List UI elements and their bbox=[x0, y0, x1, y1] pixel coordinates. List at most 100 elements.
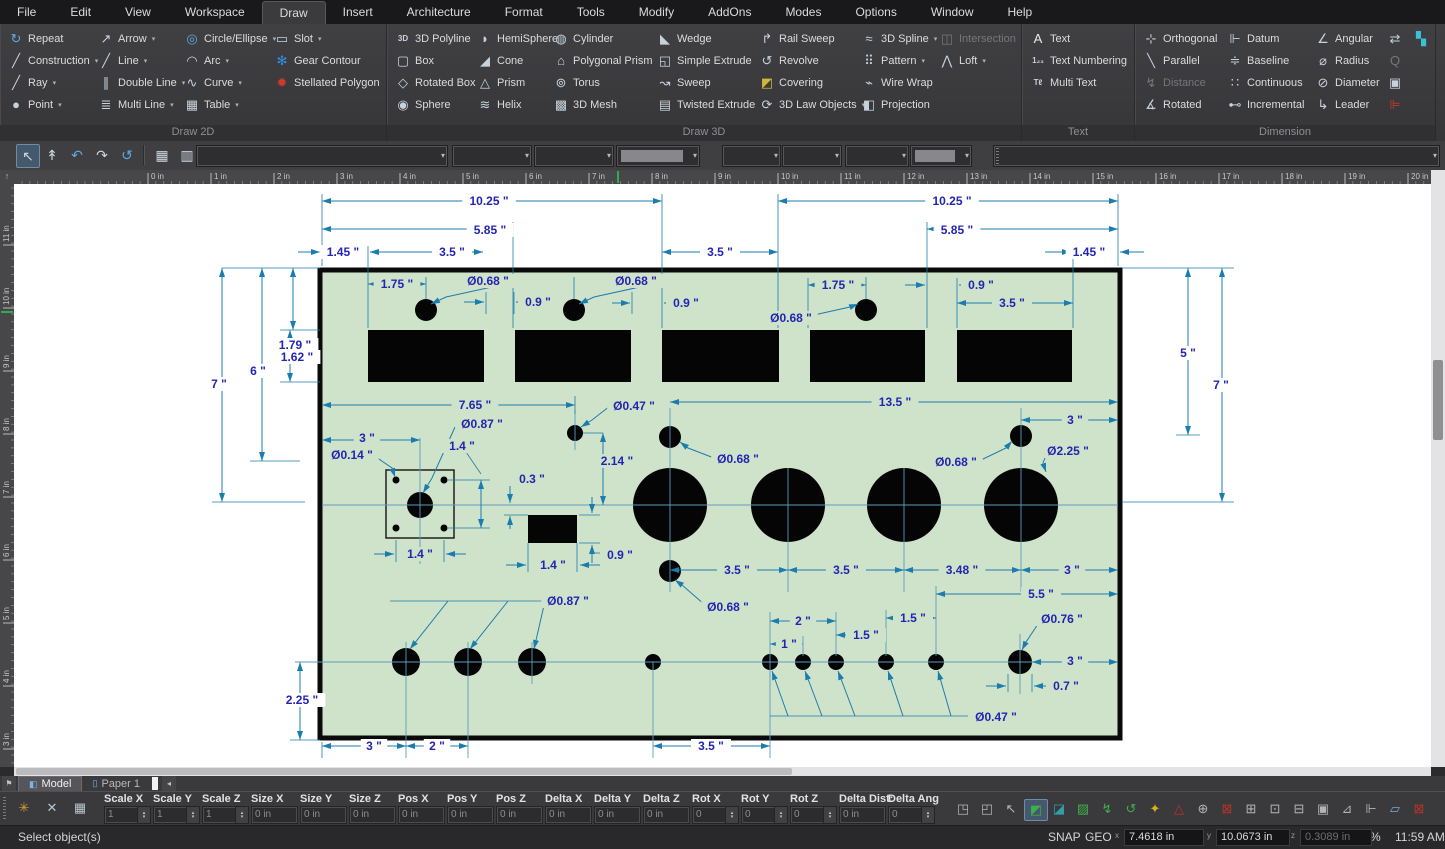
field-pos-x-input[interactable]: 0 in bbox=[398, 806, 445, 824]
3d-law-objects-button[interactable]: ⟳3D Law Objects▾ bbox=[757, 94, 859, 116]
field-delta-x-input[interactable]: 0 in bbox=[545, 806, 592, 824]
cone-button[interactable]: ◢Cone bbox=[475, 50, 551, 72]
vertical-ruler[interactable]: 11 in10 in9 in8 in7 in6 in5 in4 in3 in bbox=[0, 184, 15, 767]
rotate-frame-icon[interactable]: ⊿ bbox=[1336, 799, 1358, 819]
field-delta-ang-input[interactable]: 0▴▾ bbox=[888, 806, 935, 824]
spinner[interactable]: ▴▾ bbox=[235, 807, 248, 823]
field-size-y-input[interactable]: 0 in bbox=[300, 806, 347, 824]
hemisphere-button[interactable]: ◗HemiSphere bbox=[475, 28, 551, 50]
no-frame-icon[interactable]: ⊠ bbox=[1216, 799, 1238, 819]
rotated-box-button[interactable]: ◇Rotated Box bbox=[393, 72, 475, 94]
circle-ellipse-button[interactable]: ◎Circle/Ellipse▾ bbox=[182, 28, 272, 50]
cutout-rect[interactable] bbox=[662, 330, 779, 382]
hole[interactable] bbox=[855, 299, 877, 321]
line-width-combo[interactable]: ▾ bbox=[722, 145, 781, 167]
dimension-marker-button[interactable]: ⊫ bbox=[1385, 94, 1411, 116]
field-size-z-input[interactable]: 0 in bbox=[349, 806, 396, 824]
table-button[interactable]: ▦Table▾ bbox=[182, 94, 272, 116]
drawing-canvas[interactable]: 10.25 "10.25 "5.85 "5.85 "1.45 "3.5 "3.5… bbox=[14, 184, 1431, 767]
frame-options-icon[interactable]: ▣ bbox=[1312, 799, 1334, 819]
hole[interactable] bbox=[441, 525, 448, 532]
cutout-rect[interactable] bbox=[810, 330, 925, 382]
spinner[interactable]: ▴▾ bbox=[186, 807, 199, 823]
undo-selection-icon[interactable]: ↺ bbox=[1120, 799, 1142, 819]
dimension-query-button[interactable]: Q bbox=[1385, 50, 1411, 72]
field-rot-y-input[interactable]: 0▴▾ bbox=[741, 806, 788, 824]
field-rot-x-input[interactable]: 0▴▾ bbox=[692, 806, 739, 824]
3d-mesh-button[interactable]: ▩3D Mesh bbox=[551, 94, 655, 116]
degrade-warning-icon[interactable]: △ bbox=[1168, 799, 1190, 819]
field-pos-y-input[interactable]: 0 in bbox=[447, 806, 494, 824]
ray-button[interactable]: ╱Ray▾ bbox=[6, 72, 96, 94]
revolve-button[interactable]: ↺Revolve bbox=[757, 50, 859, 72]
edit-content-icon[interactable]: ⊡ bbox=[1264, 799, 1286, 819]
repeat-last-button[interactable]: ↺ bbox=[116, 144, 138, 166]
text-numbering-button[interactable]: 1₂₃Text Numbering bbox=[1028, 50, 1132, 72]
field-rot-z-input[interactable]: 0▴▾ bbox=[790, 806, 837, 824]
grid-frame-icon[interactable]: ⊞ bbox=[1240, 799, 1262, 819]
vertical-scrollbar-thumb[interactable] bbox=[1433, 360, 1443, 440]
field-size-x-input[interactable]: 0 in bbox=[251, 806, 298, 824]
field-scale-x-input[interactable]: 1▴▾ bbox=[104, 806, 151, 824]
spinner[interactable]: ▴▾ bbox=[823, 807, 836, 823]
repeat-button[interactable]: ↻Repeat bbox=[6, 28, 96, 50]
coordinate-combo[interactable]: ▾ bbox=[993, 145, 1440, 167]
select-mode-inside-icon[interactable]: ◪ bbox=[1048, 799, 1070, 819]
field-pos-z-input[interactable]: 0 in bbox=[496, 806, 543, 824]
quick-mark-icon[interactable]: ✳ bbox=[14, 800, 34, 820]
rail-sweep-button[interactable]: ↱Rail Sweep bbox=[757, 28, 859, 50]
vertical-scrollbar[interactable] bbox=[1431, 170, 1445, 767]
sweep-button[interactable]: ↝Sweep bbox=[655, 72, 757, 94]
twisted-extrude-button[interactable]: ▤Twisted Extrude bbox=[655, 94, 757, 116]
pattern-combo[interactable]: ▾ bbox=[782, 145, 842, 167]
field-scale-z-input[interactable]: 1▴▾ bbox=[202, 806, 249, 824]
tab-model[interactable]: ◧Model bbox=[18, 776, 82, 791]
horizontal-scrollbar-thumb[interactable] bbox=[16, 768, 792, 775]
sphere-button[interactable]: ◉Sphere bbox=[393, 94, 475, 116]
fill-color-combo[interactable]: ▾ bbox=[910, 145, 972, 167]
3d-spline-button[interactable]: ≈3D Spline▾ bbox=[859, 28, 937, 50]
slot-button[interactable]: ▭Slot▾ bbox=[272, 28, 384, 50]
tab-paper-1[interactable]: ▯Paper 1 bbox=[82, 776, 149, 791]
prism-button[interactable]: △Prism bbox=[475, 72, 551, 94]
simple-extrude-button[interactable]: ◱Simple Extrude bbox=[655, 50, 757, 72]
undo-button[interactable]: ↶ bbox=[66, 144, 88, 166]
select-mode-fence-icon[interactable]: ↯ bbox=[1096, 799, 1118, 819]
cutout-rect[interactable] bbox=[528, 515, 577, 543]
diameter-button[interactable]: ⊘Diameter bbox=[1313, 72, 1385, 94]
parallel-button[interactable]: ╲Parallel bbox=[1141, 50, 1225, 72]
select-mode-normal-icon[interactable]: ◩ bbox=[1024, 799, 1048, 821]
loft-button[interactable]: ⋀Loft▾ bbox=[937, 50, 1019, 72]
menu-edit[interactable]: Edit bbox=[53, 0, 108, 24]
polygonal-prism-button[interactable]: ⌂Polygonal Prism bbox=[551, 50, 655, 72]
menu-file[interactable]: File bbox=[0, 0, 53, 24]
ruler-origin-icon[interactable]: ↑ bbox=[0, 170, 15, 185]
spinner[interactable]: ▴▾ bbox=[725, 807, 738, 823]
selection-info-button[interactable]: ▦ bbox=[151, 144, 173, 166]
stellated-polygon-button[interactable]: ✹Stellated Polygon bbox=[272, 72, 384, 94]
rotated-button[interactable]: ∡Rotated bbox=[1141, 94, 1225, 116]
double-line-button[interactable]: ∥Double Line▾ bbox=[96, 72, 182, 94]
text-button[interactable]: AText bbox=[1028, 28, 1132, 50]
cylinder-button[interactable]: ◍Cylinder bbox=[551, 28, 655, 50]
intersection-button[interactable]: ◫Intersection bbox=[937, 28, 1019, 50]
field-scale-y-input[interactable]: 1▴▾ bbox=[153, 806, 200, 824]
orthogonal-button[interactable]: ⊹Orthogonal bbox=[1141, 28, 1225, 50]
unpack-object-icon[interactable]: ◰ bbox=[976, 799, 998, 819]
hatch-combo[interactable]: ▾ bbox=[845, 145, 909, 167]
continuous-button[interactable]: ∷Continuous bbox=[1225, 72, 1313, 94]
covering-button[interactable]: ◩Covering bbox=[757, 72, 859, 94]
geo-toggle[interactable]: GEO bbox=[1085, 830, 1112, 844]
line-style-combo[interactable]: ▾ bbox=[534, 145, 614, 167]
point-button[interactable]: ●Point▾ bbox=[6, 94, 96, 116]
snap-toggle[interactable]: SNAP bbox=[1048, 830, 1081, 844]
multi-text-button[interactable]: TℓMulti Text bbox=[1028, 72, 1132, 94]
x-coordinate-field[interactable]: 7.4618 in bbox=[1124, 829, 1204, 846]
field-delta-y-input[interactable]: 0 in bbox=[594, 806, 641, 824]
z-coordinate-field[interactable]: 0.3089 in bbox=[1300, 829, 1372, 846]
horizontal-scrollbar[interactable] bbox=[14, 767, 1431, 776]
cutout-rect[interactable] bbox=[957, 330, 1072, 382]
spinner[interactable]: ▴▾ bbox=[774, 807, 787, 823]
menu-options[interactable]: Options bbox=[838, 0, 913, 24]
incremental-button[interactable]: ⊷Incremental bbox=[1225, 94, 1313, 116]
